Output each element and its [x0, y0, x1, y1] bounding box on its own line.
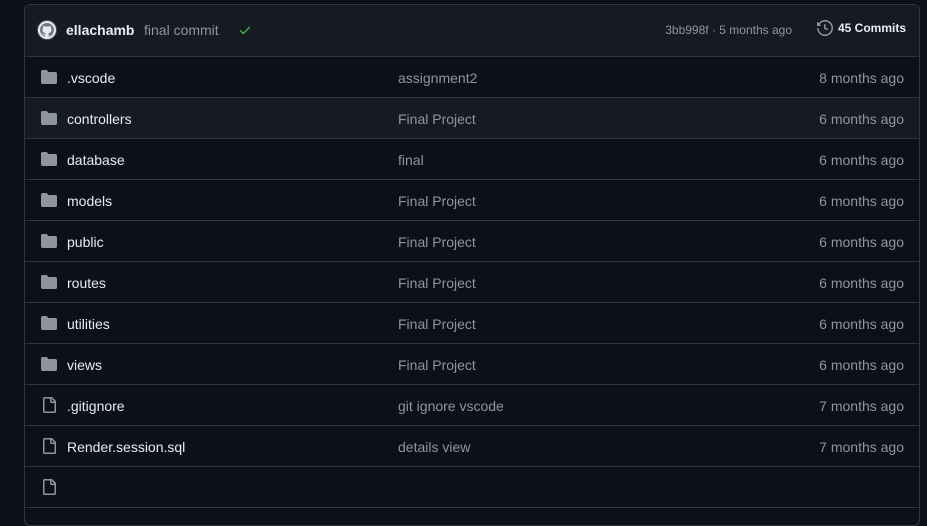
- history-icon: [816, 20, 833, 36]
- folder-icon: [41, 192, 57, 208]
- file-row[interactable]: routes Final Project 6 months ago: [25, 262, 919, 303]
- check-icon[interactable]: [238, 23, 252, 42]
- file-name-link[interactable]: routes: [67, 275, 106, 291]
- commit-hash-time[interactable]: 3bb998f · 5 months ago: [665, 23, 792, 37]
- commit-message-link[interactable]: Final Project: [398, 234, 476, 250]
- file-row[interactable]: .vscode assignment2 8 months ago: [25, 57, 919, 98]
- file-row[interactable]: views Final Project 6 months ago: [25, 344, 919, 385]
- commit-message-link[interactable]: assignment2: [398, 70, 477, 86]
- file-browser: ellachamb final commit 3bb998f · 5 month…: [24, 4, 920, 526]
- file-name-link[interactable]: controllers: [67, 111, 132, 127]
- commit-age: 6 months ago: [819, 193, 904, 209]
- file-name-link[interactable]: .vscode: [67, 70, 115, 86]
- file-row[interactable]: models Final Project 6 months ago: [25, 180, 919, 221]
- commits-count: 45 Commits: [837, 21, 906, 35]
- commit-message-link[interactable]: Final Project: [398, 193, 476, 209]
- commit-message-link[interactable]: final: [398, 152, 424, 168]
- commit-age: 6 months ago: [819, 111, 904, 127]
- file-icon: [41, 479, 57, 495]
- folder-icon: [41, 69, 57, 85]
- file-list: .vscode assignment2 8 months ago controller…: [25, 57, 919, 508]
- commit-message-link[interactable]: Final Project: [398, 316, 476, 332]
- file-icon: [41, 438, 57, 454]
- file-row[interactable]: database final 6 months ago: [25, 139, 919, 180]
- commit-age: 7 months ago: [819, 398, 904, 414]
- file-row[interactable]: public Final Project 6 months ago: [25, 221, 919, 262]
- commit-age: 6 months ago: [819, 316, 904, 332]
- file-name-link[interactable]: models: [67, 193, 112, 209]
- file-name-link[interactable]: Render.session.sql: [67, 439, 185, 455]
- latest-commit-bar: ellachamb final commit 3bb998f · 5 month…: [25, 5, 919, 57]
- commit-age: 8 months ago: [819, 70, 904, 86]
- folder-icon: [41, 356, 57, 372]
- file-name-link[interactable]: .gitignore: [67, 398, 125, 414]
- commit-age: 6 months ago: [819, 357, 904, 373]
- commit-message-link[interactable]: details view: [398, 439, 470, 455]
- commit-age: 6 months ago: [819, 152, 904, 168]
- folder-icon: [41, 315, 57, 331]
- commit-author[interactable]: ellachamb: [66, 22, 134, 38]
- file-name-link[interactable]: public: [67, 234, 104, 250]
- file-icon: [41, 397, 57, 413]
- file-row[interactable]: utilities Final Project 6 months ago: [25, 303, 919, 344]
- commits-link[interactable]: 45 Commits: [816, 20, 906, 36]
- commit-message-link[interactable]: git ignore vscode: [398, 398, 504, 414]
- file-name-link[interactable]: database: [67, 152, 125, 168]
- file-row[interactable]: [25, 467, 919, 508]
- folder-icon: [41, 151, 57, 167]
- commit-message[interactable]: final commit: [144, 22, 219, 38]
- commit-age: 6 months ago: [819, 275, 904, 291]
- avatar[interactable]: [37, 20, 57, 40]
- file-row[interactable]: .gitignore git ignore vscode 7 months ago: [25, 385, 919, 426]
- commit-message-link[interactable]: Final Project: [398, 357, 476, 373]
- folder-icon: [41, 274, 57, 290]
- commit-message-link[interactable]: Final Project: [398, 275, 476, 291]
- folder-icon: [41, 233, 57, 249]
- file-name-link[interactable]: views: [67, 357, 102, 373]
- github-avatar-icon: [40, 23, 54, 37]
- folder-icon: [41, 110, 57, 126]
- file-name-link[interactable]: utilities: [67, 316, 110, 332]
- commit-age: 6 months ago: [819, 234, 904, 250]
- commit-message-link[interactable]: Final Project: [398, 111, 476, 127]
- commit-age: 7 months ago: [819, 439, 904, 455]
- file-row[interactable]: Render.session.sql details view 7 months a…: [25, 426, 919, 467]
- file-row[interactable]: controllers Final Project 6 months ago: [25, 98, 919, 139]
